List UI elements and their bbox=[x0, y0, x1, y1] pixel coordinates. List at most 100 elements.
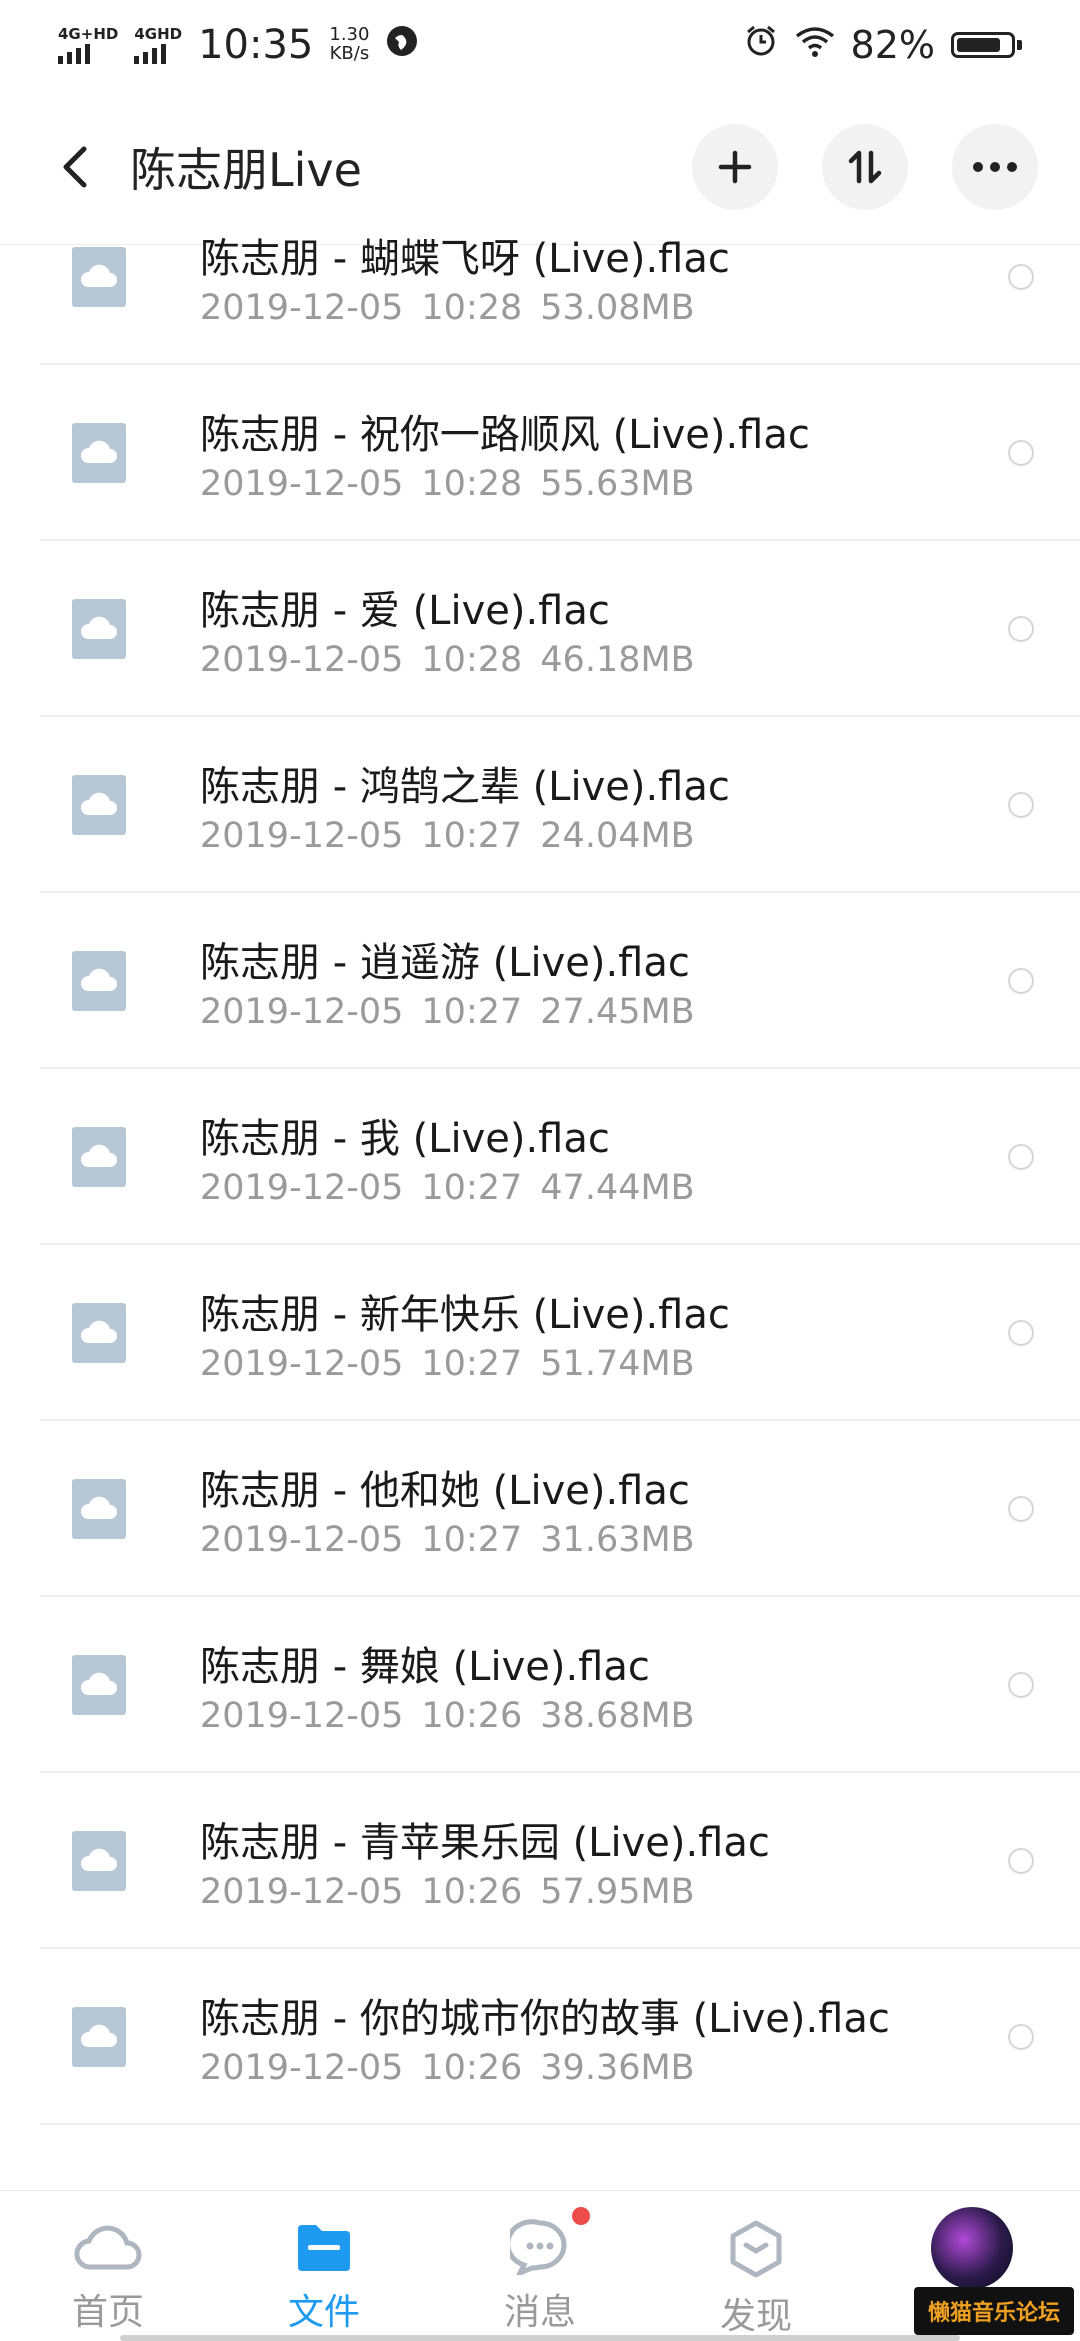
plus-icon bbox=[718, 150, 752, 184]
select-checkbox[interactable] bbox=[1008, 1496, 1034, 1522]
file-icon bbox=[72, 1479, 126, 1539]
file-date: 2019-12-05 bbox=[200, 288, 404, 328]
discover-icon bbox=[730, 2220, 782, 2278]
select-checkbox[interactable] bbox=[1008, 968, 1034, 994]
file-row[interactable]: 陈志朋 - 鸿鹄之辈 (Live).flac 2019-12-05 10:27 24.… bbox=[0, 717, 1080, 893]
notification-dot bbox=[572, 2207, 590, 2225]
file-time: 10:28 bbox=[421, 288, 523, 328]
select-checkbox[interactable] bbox=[1008, 264, 1034, 290]
file-icon bbox=[72, 1303, 126, 1363]
file-meta: 2019-12-05 10:28 53.08MB bbox=[200, 288, 730, 328]
watermark: 懒猫音乐论坛 bbox=[913, 2287, 1074, 2335]
file-name: 陈志朋 - 蝴蝶飞呀 (Live).flac bbox=[200, 236, 730, 282]
file-row[interactable]: 陈志朋 - 新年快乐 (Live).flac 2019-12-05 10:27 51.… bbox=[0, 1245, 1080, 1421]
battery-icon bbox=[951, 32, 1022, 58]
file-time: 10:27 bbox=[421, 992, 523, 1032]
battery-percent: 82% bbox=[850, 23, 935, 67]
file-icon bbox=[72, 1655, 126, 1715]
nav-messages[interactable]: 消息 bbox=[450, 2191, 630, 2335]
file-row[interactable]: 陈志朋 - 蝴蝶飞呀 (Live).flac 2019-12-05 10:28 53.… bbox=[0, 189, 1080, 365]
file-row[interactable]: 陈志朋 - 祝你一路顺风 (Live).flac 2019-12-05 10:28 5… bbox=[0, 365, 1080, 541]
file-list: 陈志朋 - 蝴蝶飞呀 (Live).flac 2019-12-05 10:28 53.… bbox=[0, 189, 1080, 2125]
file-meta: 2019-12-05 10:26 39.36MB bbox=[200, 2048, 890, 2088]
more-icon bbox=[973, 162, 1017, 172]
nav-home[interactable]: 首页 bbox=[18, 2191, 198, 2335]
file-size: 31.63MB bbox=[540, 1520, 695, 1560]
select-checkbox[interactable] bbox=[1008, 440, 1034, 466]
file-icon bbox=[72, 599, 126, 659]
file-row[interactable]: 陈志朋 - 你的城市你的故事 (Live).flac 2019-12-05 10:2… bbox=[0, 1949, 1080, 2125]
select-checkbox[interactable] bbox=[1008, 1320, 1034, 1346]
file-time: 10:26 bbox=[421, 2048, 523, 2088]
file-meta: 2019-12-05 10:26 57.95MB bbox=[200, 1872, 770, 1912]
file-icon bbox=[72, 951, 126, 1011]
file-name: 陈志朋 - 我 (Live).flac bbox=[200, 1116, 610, 1162]
file-date: 2019-12-05 bbox=[200, 2048, 404, 2088]
file-name: 陈志朋 - 逍遥游 (Live).flac bbox=[200, 940, 690, 986]
file-size: 51.74MB bbox=[540, 1344, 695, 1384]
folder-icon bbox=[298, 2225, 350, 2271]
wifi-icon bbox=[795, 23, 835, 67]
file-name: 陈志朋 - 祝你一路顺风 (Live).flac bbox=[200, 412, 810, 458]
status-time: 10:35 bbox=[198, 22, 314, 68]
file-date: 2019-12-05 bbox=[200, 1168, 404, 1208]
nav-files[interactable]: 文件 bbox=[234, 2191, 414, 2335]
nav-discover[interactable]: 发现 bbox=[666, 2191, 846, 2339]
signal-2-icon: 4GHD bbox=[134, 26, 182, 64]
file-time: 10:28 bbox=[421, 464, 523, 504]
select-checkbox[interactable] bbox=[1008, 792, 1034, 818]
file-meta: 2019-12-05 10:27 27.45MB bbox=[200, 992, 695, 1032]
file-icon bbox=[72, 1831, 126, 1891]
file-row[interactable]: 陈志朋 - 逍遥游 (Live).flac 2019-12-05 10:27 27.4… bbox=[0, 893, 1080, 1069]
signal-1-icon: 4G+HD bbox=[58, 26, 118, 64]
file-date: 2019-12-05 bbox=[200, 992, 404, 1032]
file-icon bbox=[72, 1127, 126, 1187]
file-name: 陈志朋 - 新年快乐 (Live).flac bbox=[200, 1292, 730, 1338]
file-size: 47.44MB bbox=[540, 1168, 695, 1208]
file-date: 2019-12-05 bbox=[200, 1872, 404, 1912]
file-size: 38.68MB bbox=[540, 1696, 695, 1736]
file-time: 10:27 bbox=[421, 1168, 523, 1208]
file-date: 2019-12-05 bbox=[200, 1520, 404, 1560]
file-date: 2019-12-05 bbox=[200, 816, 404, 856]
select-checkbox[interactable] bbox=[1008, 1672, 1034, 1698]
select-checkbox[interactable] bbox=[1008, 616, 1034, 642]
file-meta: 2019-12-05 10:27 47.44MB bbox=[200, 1168, 695, 1208]
network-speed: 1.30 KB/s bbox=[329, 24, 370, 64]
file-icon bbox=[72, 775, 126, 835]
file-name: 陈志朋 - 爱 (Live).flac bbox=[200, 588, 610, 634]
file-row[interactable]: 陈志朋 - 青苹果乐园 (Live).flac 2019-12-05 10:26 57… bbox=[0, 1773, 1080, 1949]
file-time: 10:27 bbox=[421, 1520, 523, 1560]
select-checkbox[interactable] bbox=[1008, 1848, 1034, 1874]
file-date: 2019-12-05 bbox=[200, 640, 404, 680]
select-checkbox[interactable] bbox=[1008, 1144, 1034, 1170]
avatar bbox=[931, 2207, 1013, 2289]
file-row[interactable]: 陈志朋 - 他和她 (Live).flac 2019-12-05 10:27 31.6… bbox=[0, 1421, 1080, 1597]
file-name: 陈志朋 - 青苹果乐园 (Live).flac bbox=[200, 1820, 770, 1866]
file-row[interactable]: 陈志朋 - 舞娘 (Live).flac 2019-12-05 10:26 38.68… bbox=[0, 1597, 1080, 1773]
file-meta: 2019-12-05 10:28 55.63MB bbox=[200, 464, 810, 504]
file-date: 2019-12-05 bbox=[200, 1344, 404, 1384]
nav-profile[interactable] bbox=[882, 2191, 1062, 2289]
file-name: 陈志朋 - 你的城市你的故事 (Live).flac bbox=[200, 1996, 890, 2042]
select-checkbox[interactable] bbox=[1008, 2024, 1034, 2050]
alarm-icon bbox=[743, 23, 779, 68]
file-name: 陈志朋 - 鸿鹄之辈 (Live).flac bbox=[200, 764, 730, 810]
file-row[interactable]: 陈志朋 - 爱 (Live).flac 2019-12-05 10:28 46.18M… bbox=[0, 541, 1080, 717]
cloud-icon bbox=[74, 2225, 142, 2270]
file-size: 55.63MB bbox=[540, 464, 695, 504]
file-size: 57.95MB bbox=[540, 1872, 695, 1912]
file-size: 24.04MB bbox=[540, 816, 695, 856]
file-name: 陈志朋 - 他和她 (Live).flac bbox=[200, 1468, 690, 1514]
file-row[interactable]: 陈志朋 - 我 (Live).flac 2019-12-05 10:27 47.44M… bbox=[0, 1069, 1080, 1245]
status-bar: 4G+HD 4GHD 10:35 1.30 KB/s 82% bbox=[0, 0, 1080, 90]
file-meta: 2019-12-05 10:27 24.04MB bbox=[200, 816, 730, 856]
file-date: 2019-12-05 bbox=[200, 1696, 404, 1736]
file-time: 10:26 bbox=[421, 1696, 523, 1736]
file-meta: 2019-12-05 10:27 51.74MB bbox=[200, 1344, 730, 1384]
file-size: 46.18MB bbox=[540, 640, 695, 680]
file-time: 10:27 bbox=[421, 816, 523, 856]
file-size: 53.08MB bbox=[540, 288, 695, 328]
file-date: 2019-12-05 bbox=[200, 464, 404, 504]
file-time: 10:28 bbox=[421, 640, 523, 680]
